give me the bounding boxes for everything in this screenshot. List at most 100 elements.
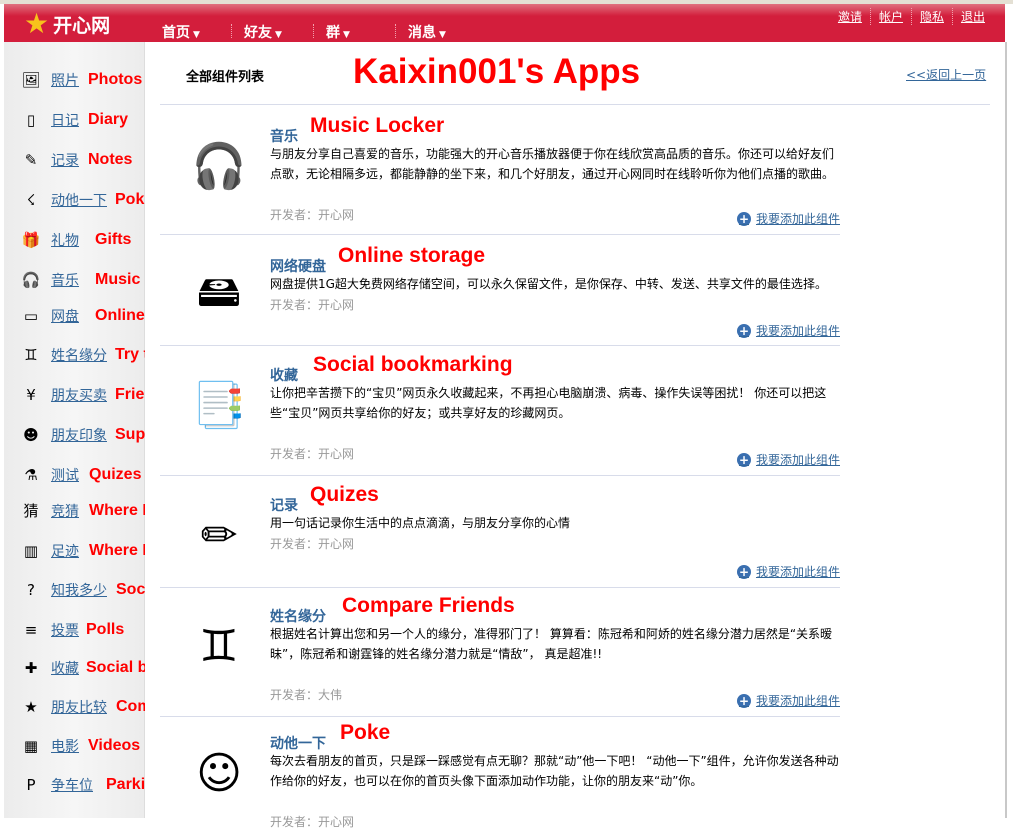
app-annotation: Compare Friends (342, 594, 515, 617)
guess-icon: 猜 (23, 502, 39, 520)
flask-icon: ⚗ (24, 466, 38, 484)
app-developer: 开发者：开心网 (270, 815, 355, 829)
sidebar-item-label[interactable]: 足迹 (51, 541, 79, 561)
add-app-button[interactable]: + 我要添加此组件 (736, 451, 840, 468)
entry-divider (160, 587, 840, 588)
app-title[interactable]: 收藏 (270, 365, 298, 385)
diary-icon: ▯ (26, 111, 36, 129)
sidebar-item-label[interactable]: 礼物 (51, 230, 79, 250)
sidebar-item-label[interactable]: 日记 (51, 110, 79, 130)
caret-down-icon: ▼ (439, 30, 446, 40)
hard-drive-icon: 🖴 (196, 265, 242, 317)
add-app-button[interactable]: + 我要添加此组件 (736, 563, 840, 580)
sidebar-annotation: Gifts (95, 231, 132, 248)
poke-icon: ☇ (26, 191, 36, 209)
caret-down-icon: ▼ (193, 30, 200, 40)
nav-label: 群 (326, 25, 340, 41)
sidebar-item-label[interactable]: 朋友印象 (51, 425, 107, 445)
app-annotation: Online storage (338, 244, 486, 267)
app-title[interactable]: 音乐 (270, 126, 298, 146)
plus-circle-icon: + (736, 211, 751, 226)
name-match-icon: ♊ (199, 620, 239, 672)
nav-groups[interactable]: 群 ▼ (326, 22, 408, 42)
sidebar-item-label[interactable]: 知我多少 (51, 580, 107, 600)
face-icon: ☻ (23, 426, 39, 444)
sidebar-item-label[interactable]: 投票 (51, 620, 79, 640)
sidebar-annotation: Photos (88, 71, 143, 88)
account-link[interactable]: 帐户 (869, 8, 911, 25)
app-title[interactable]: 记录 (270, 495, 298, 515)
app-description: 用一句话记录你生活中的点点滴滴，与朋友分享你的心情 (270, 516, 571, 530)
divider (160, 104, 990, 105)
nav-friends[interactable]: 好友 ▼ (244, 22, 326, 42)
sidebar-annotation: Quizes (89, 466, 142, 483)
invite-link[interactable]: 邀请 (830, 8, 870, 25)
app-annotation: Music Locker (310, 114, 445, 137)
bookmark-icon: ✚ (24, 659, 38, 677)
app-description: 根据姓名计算出您和另一个人的缘分，准得邪门了！ 算算看：陈冠希和阿娇的姓名缘分潜… (270, 627, 833, 661)
nav-home[interactable]: 首页 ▼ (162, 22, 244, 42)
add-app-label: 我要添加此组件 (755, 324, 840, 338)
nav-messages[interactable]: 消息 ▼ (408, 22, 490, 42)
app-developer: 开发者：大伟 (270, 688, 343, 702)
sidebar-item-label[interactable]: 朋友买卖 (51, 385, 107, 405)
app-title[interactable]: 网络硬盘 (270, 256, 326, 276)
people-icon: ♊ (24, 346, 38, 364)
sidebar-item-label[interactable]: 争车位 (51, 775, 93, 795)
logout-link[interactable]: 退出 (951, 8, 993, 25)
app-title[interactable]: 动他一下 (270, 733, 326, 753)
account-links: 邀请 帐户 隐私 退出 (830, 8, 993, 25)
sidebar-item-label[interactable]: 姓名缘分 (51, 345, 107, 365)
app-annotation: Quizes (310, 483, 379, 506)
header: ★ 开心网 首页 ▼ 好友 ▼ 群 ▼ 消息 ▼ 邀请 帐户 隐私 退出 (4, 4, 1005, 42)
entry-divider (160, 716, 840, 717)
music-star-icon: 🎧 (191, 141, 247, 192)
sidebar-item-label[interactable]: 音乐 (51, 270, 79, 290)
sidebar-annotation: Videos (88, 737, 141, 754)
sidebar-item-label[interactable]: 动他一下 (51, 190, 107, 210)
sidebar-annotation: Polls (86, 621, 125, 638)
money-icon: ¥ (26, 386, 36, 404)
entry-divider (160, 475, 840, 476)
app-title[interactable]: 姓名缘分 (270, 606, 326, 626)
sidebar-item-label[interactable]: 测试 (51, 465, 79, 485)
star-logo-icon: ★ (24, 7, 50, 40)
plus-circle-icon: + (736, 323, 751, 338)
nav-label: 消息 (408, 25, 436, 41)
poke-girl-icon: ☺ (196, 747, 242, 799)
logo-text: 开心网 (53, 14, 111, 37)
poll-icon: ≡ (24, 621, 38, 639)
add-app-label: 我要添加此组件 (755, 694, 840, 708)
sidebar-annotation: Notes (88, 151, 133, 168)
sidebar-item-label[interactable]: 电影 (51, 736, 79, 756)
sidebar-item-label[interactable]: 收藏 (51, 658, 79, 678)
add-app-label: 我要添加此组件 (755, 212, 840, 226)
app-developer: 开发者：开心网 (270, 298, 355, 312)
add-app-button[interactable]: + 我要添加此组件 (736, 692, 840, 709)
pencil-note-icon: ✏ (200, 509, 238, 561)
app-annotation: Poke (340, 721, 391, 744)
sidebar-item-label[interactable]: 朋友比较 (51, 697, 107, 717)
film-icon: ▦ (23, 737, 39, 755)
add-app-label: 我要添加此组件 (755, 565, 840, 579)
back-link[interactable]: <<返回上一页 (906, 66, 986, 83)
app-annotation: Social bookmarking (313, 353, 513, 376)
caret-down-icon: ▼ (275, 30, 282, 40)
entry-divider (160, 234, 840, 235)
sidebar-item-label[interactable]: 竞猜 (51, 501, 79, 521)
sidebar-item-label[interactable]: 照片 (51, 70, 79, 90)
drive-icon: ▭ (23, 307, 39, 325)
app-description: 网盘提供1G超大免费网络存储空间，可以永久保留文件，是你保存、中转、发送、共享文… (270, 277, 827, 291)
question-person-icon: ? (27, 581, 35, 599)
sidebar-item-label[interactable]: 网盘 (51, 306, 79, 326)
add-app-button[interactable]: + 我要添加此组件 (736, 322, 840, 339)
sidebar-item-label[interactable]: 记录 (51, 150, 79, 170)
add-app-button[interactable]: + 我要添加此组件 (736, 210, 840, 227)
logo[interactable]: ★ 开心网 (24, 10, 110, 38)
main-nav: 首页 ▼ 好友 ▼ 群 ▼ 消息 ▼ (162, 22, 490, 42)
plus-circle-icon: + (736, 564, 751, 579)
photo-icon: 🖼 (21, 71, 41, 89)
privacy-link[interactable]: 隐私 (910, 8, 952, 25)
parking-icon: P (26, 776, 36, 794)
caret-down-icon: ▼ (343, 30, 350, 40)
